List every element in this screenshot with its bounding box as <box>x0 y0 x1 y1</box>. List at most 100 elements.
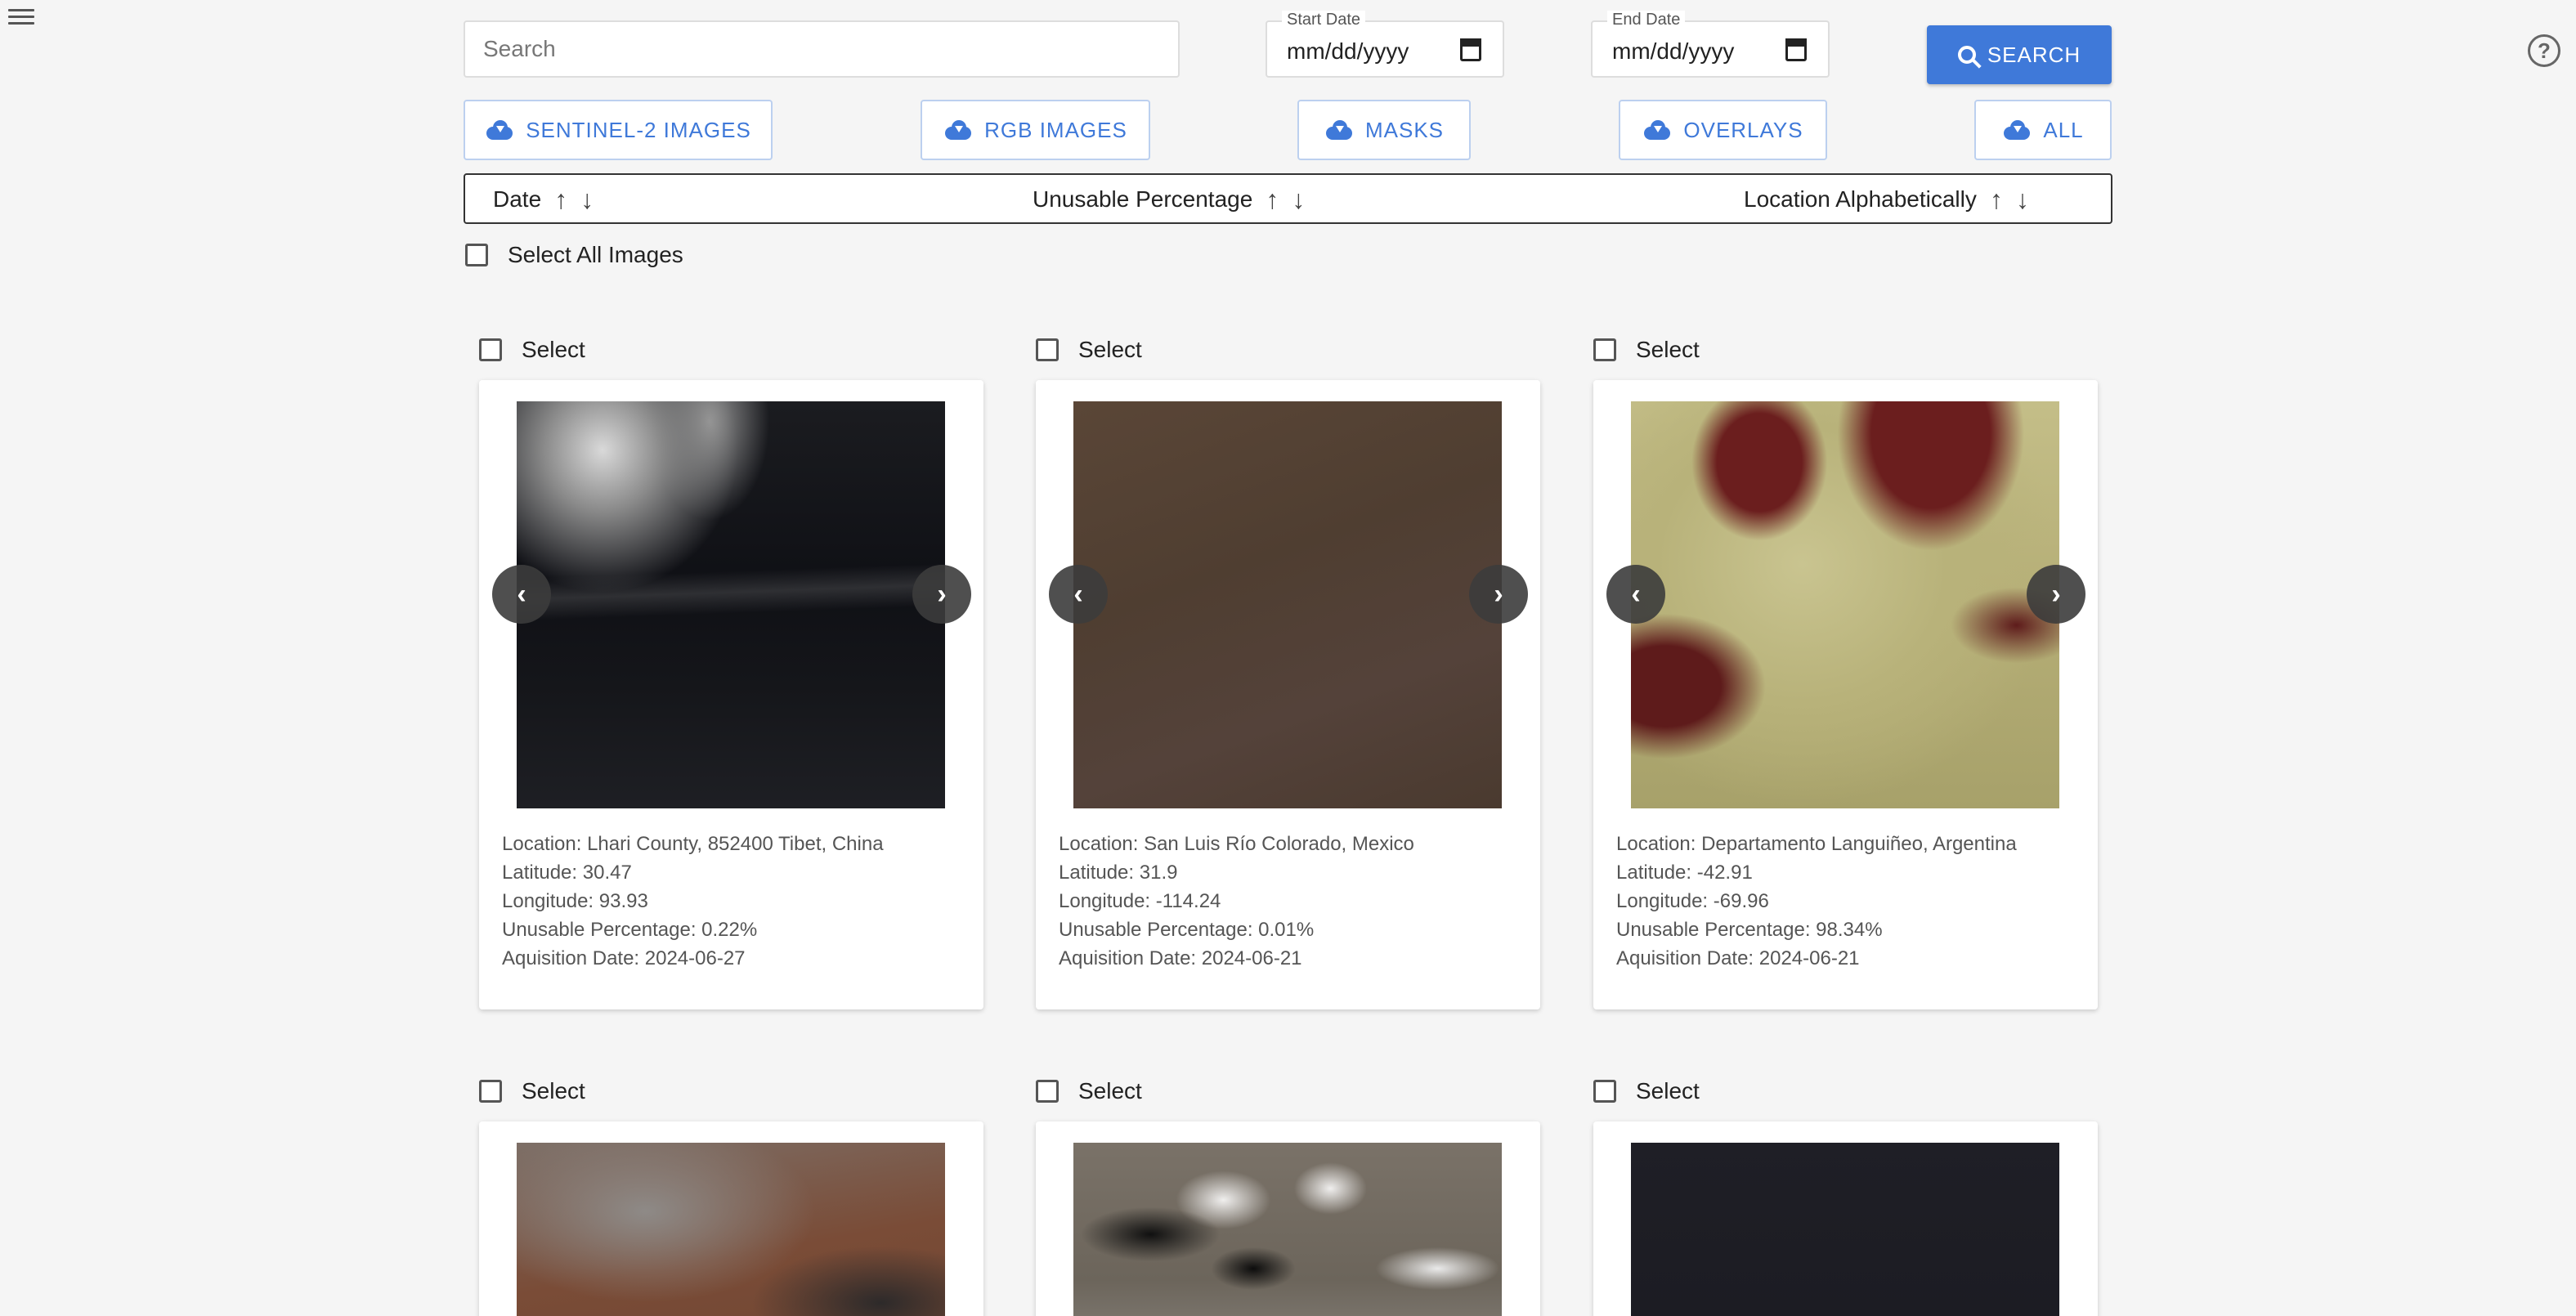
satellite-image <box>517 401 945 808</box>
image-card <box>479 1121 983 1316</box>
sort-location-label: Location Alphabetically <box>1744 186 1977 212</box>
card-info: Location: Lhari County, 852400 Tibet, Ch… <box>502 830 884 973</box>
chevron-left-icon[interactable]: ‹ <box>492 565 551 624</box>
card-info: Location: San Luis Río Colorado, Mexico … <box>1059 830 1414 973</box>
sort-unusable: Unusable Percentage ↑ ↓ <box>1033 186 1305 213</box>
card-select-label: Select <box>1078 337 1142 362</box>
end-date-field[interactable]: End Date mm/dd/yyyy <box>1591 11 1830 78</box>
satellite-image <box>1073 401 1502 808</box>
chevron-right-icon[interactable]: › <box>2027 565 2085 624</box>
image-card: ‹ › Location: Lhari County, 852400 Tibet… <box>479 380 983 1009</box>
search-input[interactable] <box>465 22 1178 76</box>
card-select-checkbox[interactable] <box>479 338 502 361</box>
card-unusable: Unusable Percentage: 0.01% <box>1059 919 1315 941</box>
cloud-download-icon <box>943 120 973 140</box>
card-select: Select <box>1036 337 1142 363</box>
card-select-checkbox[interactable] <box>1036 338 1059 361</box>
calendar-icon[interactable] <box>1460 38 1481 61</box>
satellite-image <box>1631 1143 2059 1316</box>
card-select-checkbox[interactable] <box>1593 338 1616 361</box>
card-longitude: Longitude: -114.24 <box>1059 890 1221 912</box>
download-all-label: ALL <box>2043 117 2084 142</box>
download-all-button[interactable]: ALL <box>1974 100 2112 160</box>
overlay-image <box>1631 401 2059 808</box>
card-select-checkbox[interactable] <box>1593 1080 1616 1103</box>
card-unusable: Unusable Percentage: 0.22% <box>502 919 758 941</box>
card-select: Select <box>1593 337 1700 363</box>
cloud-download-icon <box>1642 120 1672 140</box>
card-select-checkbox[interactable] <box>1036 1080 1059 1103</box>
sort-date-label: Date <box>493 186 542 212</box>
image-card: ‹ › Location: San Luis Río Colorado, Mex… <box>1036 380 1540 1009</box>
chevron-left-icon[interactable]: ‹ <box>1049 565 1108 624</box>
start-date-label: Start Date <box>1282 11 1366 29</box>
card-select: Select <box>479 337 585 363</box>
search-button[interactable]: SEARCH <box>1927 25 2112 84</box>
download-sentinel-label: SENTINEL-2 IMAGES <box>526 117 751 142</box>
card-longitude: Longitude: -69.96 <box>1616 890 1769 912</box>
satellite-image <box>1073 1143 1502 1316</box>
sort-date: Date ↑ ↓ <box>493 186 594 213</box>
image-card: ‹ › Location: Departamento Languiñeo, Ar… <box>1593 380 2098 1009</box>
card-latitude: Latitude: 30.47 <box>502 862 632 884</box>
arrow-down-icon[interactable]: ↓ <box>2016 186 2029 213</box>
card-info: Location: Departamento Languiñeo, Argent… <box>1616 830 2017 973</box>
card-unusable: Unusable Percentage: 98.34% <box>1616 919 1883 941</box>
sort-bar: Date ↑ ↓ Unusable Percentage ↑ ↓ Locatio… <box>464 173 2112 224</box>
card-select: Select <box>479 1078 585 1104</box>
start-date-input[interactable]: mm/dd/yyyy <box>1287 38 1409 65</box>
arrow-down-icon[interactable]: ↓ <box>1292 186 1305 213</box>
image-card <box>1036 1121 1540 1316</box>
card-date: Aquisition Date: 2024-06-27 <box>502 947 746 969</box>
select-all-row: Select All Images <box>465 242 683 268</box>
cloud-download-icon <box>2002 120 2032 140</box>
arrow-up-icon[interactable]: ↑ <box>554 186 567 213</box>
search-button-label: SEARCH <box>1987 42 2081 67</box>
card-date: Aquisition Date: 2024-06-21 <box>1059 947 1302 969</box>
card-location: Location: Departamento Languiñeo, Argent… <box>1616 833 2017 855</box>
download-rgb-label: RGB IMAGES <box>984 117 1127 142</box>
calendar-icon[interactable] <box>1785 38 1807 61</box>
cloud-download-icon <box>1324 120 1354 140</box>
search-icon <box>1957 46 1976 64</box>
card-location: Location: Lhari County, 852400 Tibet, Ch… <box>502 833 884 855</box>
card-select: Select <box>1036 1078 1142 1104</box>
card-location: Location: San Luis Río Colorado, Mexico <box>1059 833 1414 855</box>
chevron-right-icon[interactable]: › <box>1469 565 1528 624</box>
download-overlays-button[interactable]: OVERLAYS <box>1619 100 1827 160</box>
card-select-label: Select <box>1636 337 1700 362</box>
download-masks-button[interactable]: MASKS <box>1297 100 1471 160</box>
arrow-down-icon[interactable]: ↓ <box>580 186 594 213</box>
card-select-checkbox[interactable] <box>479 1080 502 1103</box>
arrow-up-icon[interactable]: ↑ <box>1266 186 1279 213</box>
card-date: Aquisition Date: 2024-06-21 <box>1616 947 1860 969</box>
download-masks-label: MASKS <box>1364 117 1445 142</box>
card-longitude: Longitude: 93.93 <box>502 890 648 912</box>
card-select: Select <box>1593 1078 1700 1104</box>
card-select-label: Select <box>522 337 585 362</box>
card-select-label: Select <box>522 1078 585 1103</box>
satellite-image <box>517 1143 945 1316</box>
chevron-left-icon[interactable]: ‹ <box>1606 565 1665 624</box>
end-date-label: End Date <box>1607 11 1686 29</box>
cloud-download-icon <box>485 120 514 140</box>
arrow-up-icon[interactable]: ↑ <box>1990 186 2003 213</box>
download-overlays-label: OVERLAYS <box>1683 117 1803 142</box>
card-latitude: Latitude: 31.9 <box>1059 862 1178 884</box>
end-date-input[interactable]: mm/dd/yyyy <box>1612 38 1734 65</box>
menu-icon[interactable] <box>7 5 36 28</box>
image-card <box>1593 1121 2098 1316</box>
card-select-label: Select <box>1078 1078 1142 1103</box>
card-select-label: Select <box>1636 1078 1700 1103</box>
help-icon[interactable]: ? <box>2528 34 2560 67</box>
download-sentinel-button[interactable]: SENTINEL-2 IMAGES <box>464 100 773 160</box>
start-date-field[interactable]: Start Date mm/dd/yyyy <box>1266 11 1504 78</box>
chevron-right-icon[interactable]: › <box>912 565 971 624</box>
card-latitude: Latitude: -42.91 <box>1616 862 1753 884</box>
search-field[interactable] <box>464 20 1180 78</box>
select-all-label: Select All Images <box>508 242 683 267</box>
sort-unusable-label: Unusable Percentage <box>1033 186 1253 212</box>
select-all-checkbox[interactable] <box>465 244 488 266</box>
download-rgb-button[interactable]: RGB IMAGES <box>921 100 1150 160</box>
sort-location: Location Alphabetically ↑ ↓ <box>1744 186 2029 213</box>
